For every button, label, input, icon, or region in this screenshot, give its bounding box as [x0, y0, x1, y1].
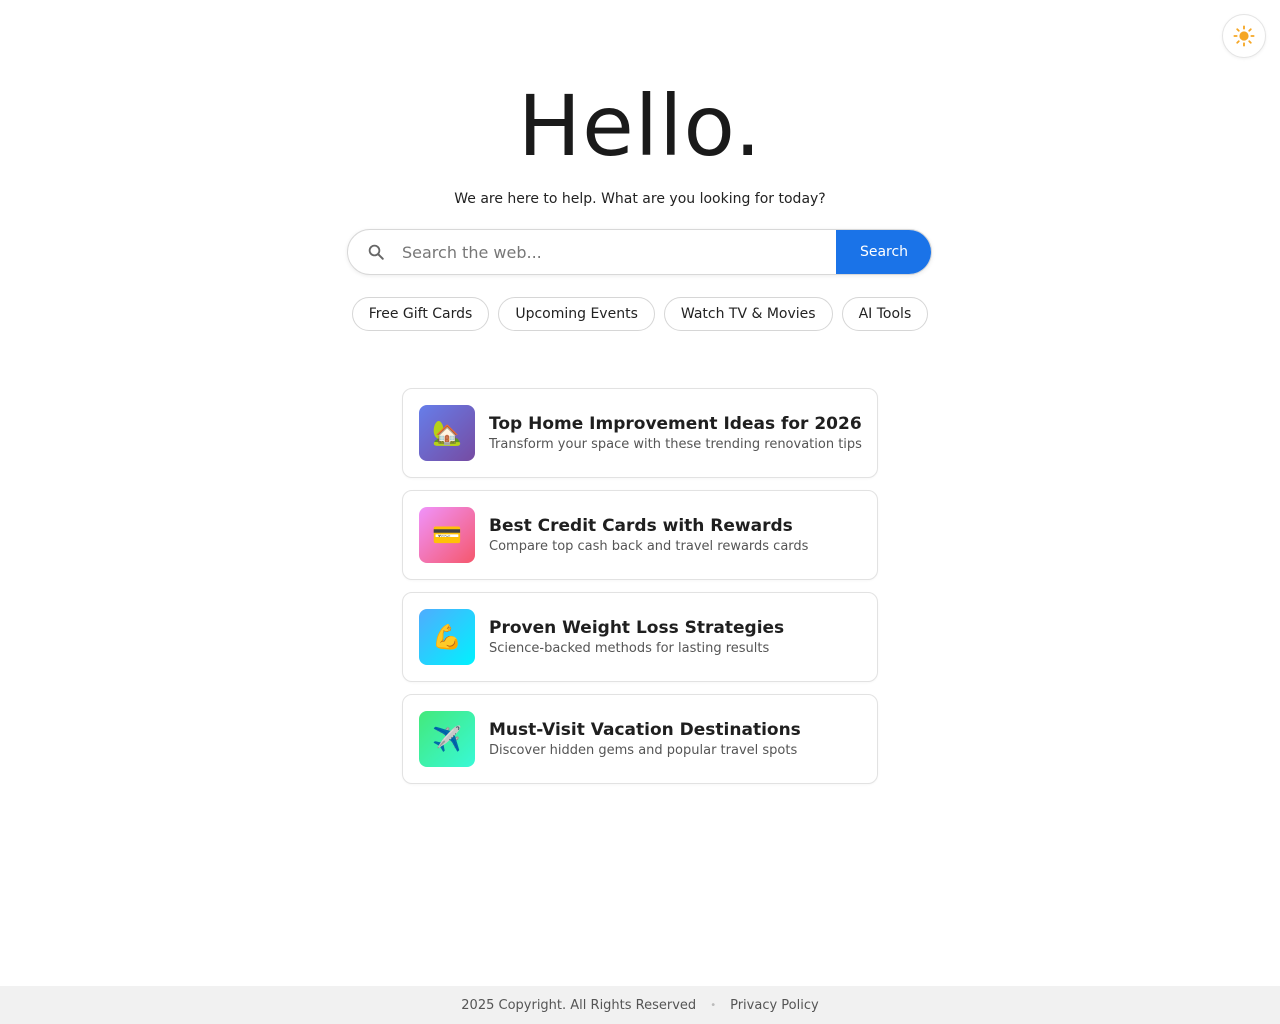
flexed-biceps-icon: 💪 — [419, 609, 475, 665]
card-title: Top Home Improvement Ideas for 2026 — [489, 413, 862, 434]
chip-ai-tools[interactable]: AI Tools — [841, 297, 929, 331]
card-description: Science-backed methods for lasting resul… — [489, 640, 770, 656]
copyright-text: 2025 Copyright. All Rights Reserved — [461, 997, 697, 1013]
search-bar: Search — [347, 229, 932, 275]
card-home-improvement[interactable]: 🏡 Top Home Improvement Ideas for 2026 Tr… — [402, 388, 878, 478]
card-title: Must-Visit Vacation Destinations — [489, 719, 801, 740]
card-title: Best Credit Cards with Rewards — [489, 515, 793, 536]
card-description: Discover hidden gems and popular travel … — [489, 742, 798, 758]
privacy-policy-link[interactable]: Privacy Policy — [730, 998, 819, 1013]
footer: 2025 Copyright. All Rights Reserved • Pr… — [0, 986, 1280, 1024]
card-description: Transform your space with these trending… — [489, 436, 862, 452]
card-weight-loss[interactable]: 💪 Proven Weight Loss Strategies Science-… — [402, 592, 878, 682]
chip-free-gift-cards[interactable]: Free Gift Cards — [351, 297, 490, 331]
sun-icon — [1233, 25, 1255, 47]
card-credit-cards[interactable]: 💳 Best Credit Cards with Rewards Compare… — [402, 490, 878, 580]
house-icon: 🏡 — [419, 405, 475, 461]
search-input[interactable] — [400, 230, 836, 274]
quick-links: Free Gift Cards Upcoming Events Watch TV… — [0, 297, 1280, 331]
suggestion-list: 🏡 Top Home Improvement Ideas for 2026 Tr… — [402, 388, 878, 796]
credit-card-icon: 💳 — [419, 507, 475, 563]
hero-title: Hello. — [517, 77, 763, 175]
footer-separator: • — [710, 999, 717, 1011]
airplane-icon: ✈️ — [419, 711, 475, 767]
search-button[interactable]: Search — [836, 230, 931, 274]
theme-toggle-button[interactable] — [1222, 14, 1266, 58]
card-description: Compare top cash back and travel rewards… — [489, 538, 809, 554]
hero-subtitle: We are here to help. What are you lookin… — [454, 191, 826, 207]
search-icon — [348, 243, 400, 261]
card-vacation[interactable]: ✈️ Must-Visit Vacation Destinations Disc… — [402, 694, 878, 784]
chip-upcoming-events[interactable]: Upcoming Events — [498, 297, 655, 331]
chip-watch-tv-movies[interactable]: Watch TV & Movies — [663, 297, 833, 331]
card-title: Proven Weight Loss Strategies — [489, 617, 785, 638]
